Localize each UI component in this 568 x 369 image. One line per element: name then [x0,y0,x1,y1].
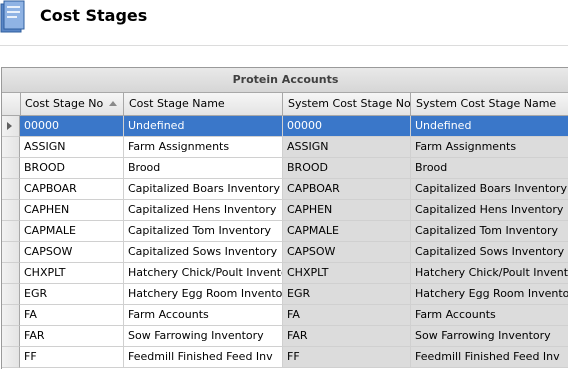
table-cell[interactable]: ASSIGN [283,137,411,158]
table-cell[interactable]: Feedmill Finished Feed Inv [124,347,283,368]
column-header-label: System Cost Stage No [288,97,411,110]
sort-ascending-icon [109,101,117,106]
table-cell[interactable]: Feedmill Finished Feed Inv [411,347,568,368]
table-cell[interactable]: BROOD [20,158,124,179]
row-indicator-cell[interactable] [2,347,20,368]
table-cell[interactable]: FA [20,305,124,326]
table-cell[interactable]: Sow Farrowing Inventory [124,326,283,347]
column-header-system-cost-stage-no[interactable]: System Cost Stage No [283,93,411,115]
row-indicator-cell[interactable] [2,305,20,326]
document-stack-icon [0,0,25,33]
table-cell[interactable]: Capitalized Boars Inventory [124,179,283,200]
header-divider [0,45,568,46]
table-cell[interactable]: BROOD [283,158,411,179]
table-row[interactable]: ASSIGN Farm Assignments ASSIGN Farm Assignm… [2,137,568,158]
table-cell[interactable]: FF [283,347,411,368]
table-cell[interactable]: 00000 [20,116,124,137]
table-cell[interactable]: Farm Assignments [411,137,568,158]
table-row[interactable]: CAPMALE Capitalized Tom Inventory CAPMALE C… [2,221,568,242]
column-header-cost-stage-no[interactable]: Cost Stage No [20,93,124,115]
page-title: Cost Stages [40,6,148,25]
table-cell[interactable]: EGR [283,284,411,305]
table-cell[interactable]: Undefined [124,116,283,137]
table-cell[interactable]: Capitalized Boars Inventory [411,179,568,200]
table-row[interactable]: CAPBOAR Capitalized Boars Inventory CAPBOA… [2,179,568,200]
table-cell[interactable]: CAPBOAR [283,179,411,200]
table-cell[interactable]: Hatchery Egg Room Inventory [124,284,283,305]
column-header-cost-stage-name[interactable]: Cost Stage Name [124,93,283,115]
table-cell[interactable]: CAPMALE [283,221,411,242]
current-row-arrow-icon [7,122,12,130]
table-cell[interactable]: CAPHEN [283,200,411,221]
table-cell[interactable]: Farm Assignments [124,137,283,158]
table-cell[interactable]: Capitalized Hens Inventory [124,200,283,221]
table-row[interactable]: CHXPLT Hatchery Chick/Poult Inventory CHXP… [2,263,568,284]
table-cell[interactable]: FA [283,305,411,326]
row-indicator-cell[interactable] [2,158,20,179]
page-header: Cost Stages [0,0,568,45]
table-row[interactable]: EGR Hatchery Egg Room Inventory EGR Hatcher… [2,284,568,305]
table-cell[interactable]: EGR [20,284,124,305]
row-indicator-cell[interactable] [2,137,20,158]
row-indicator-cell[interactable] [2,221,20,242]
table-cell[interactable]: Capitalized Sows Inventory [411,242,568,263]
table-row[interactable]: CAPHEN Capitalized Hens Inventory CAPHEN Ca… [2,200,568,221]
table-row[interactable]: FA Farm Accounts FA Farm Accounts [2,305,568,326]
column-header-label: Cost Stage No [25,97,104,110]
table-cell[interactable]: Hatchery Egg Room Inventory [411,284,568,305]
table-cell[interactable]: FAR [283,326,411,347]
table-row[interactable]: FF Feedmill Finished Feed Inv FF Feedmill F… [2,347,568,368]
table-cell[interactable]: CAPSOW [283,242,411,263]
column-header-label: System Cost Stage Name [416,97,557,110]
table-cell[interactable]: Farm Accounts [411,305,568,326]
table-cell[interactable]: Capitalized Tom Inventory [124,221,283,242]
table-cell[interactable]: Brood [411,158,568,179]
row-indicator-cell[interactable] [2,326,20,347]
table-cell[interactable]: ASSIGN [20,137,124,158]
table-row[interactable]: CAPSOW Capitalized Sows Inventory CAPSOW Ca… [2,242,568,263]
table-cell[interactable]: Sow Farrowing Inventory [411,326,568,347]
table-cell[interactable]: Hatchery Chick/Poult Inventory [124,263,283,284]
row-indicator-cell[interactable] [2,263,20,284]
table-cell[interactable]: CHXPLT [20,263,124,284]
table-row[interactable]: BROOD Brood BROOD Brood [2,158,568,179]
table-cell[interactable]: Farm Accounts [124,305,283,326]
table-cell[interactable]: Undefined [411,116,568,137]
column-header-system-cost-stage-name[interactable]: System Cost Stage Name [411,93,568,115]
table-cell[interactable]: Capitalized Hens Inventory [411,200,568,221]
table-cell[interactable]: CAPMALE [20,221,124,242]
column-header-row: Cost Stage No Cost Stage Name System Cos… [2,93,568,116]
group-header: Protein Accounts [2,68,568,93]
column-header-label: Cost Stage Name [129,97,225,110]
row-indicator-cell[interactable] [2,284,20,305]
table-row[interactable]: 00000 Undefined 00000 Undefined [2,116,568,137]
table-cell[interactable]: Hatchery Chick/Poult Inventory [411,263,568,284]
table-cell[interactable]: Capitalized Sows Inventory [124,242,283,263]
row-indicator-cell[interactable] [2,116,20,137]
table-cell[interactable]: FAR [20,326,124,347]
table-cell[interactable]: CAPBOAR [20,179,124,200]
table-cell[interactable]: CHXPLT [283,263,411,284]
row-indicator-cell[interactable] [2,200,20,221]
table-cell[interactable]: CAPSOW [20,242,124,263]
table-cell[interactable]: CAPHEN [20,200,124,221]
table-cell[interactable]: FF [20,347,124,368]
table-cell[interactable]: 00000 [283,116,411,137]
row-indicator-cell[interactable] [2,179,20,200]
header-indicator-cell [2,93,21,115]
row-indicator-cell[interactable] [2,242,20,263]
table-cell[interactable]: Capitalized Tom Inventory [411,221,568,242]
table-row[interactable]: FAR Sow Farrowing Inventory FAR Sow Farrowi… [2,326,568,347]
table-cell[interactable]: Brood [124,158,283,179]
cost-stages-grid[interactable]: Protein Accounts Cost Stage No Cost Stag… [1,67,568,369]
